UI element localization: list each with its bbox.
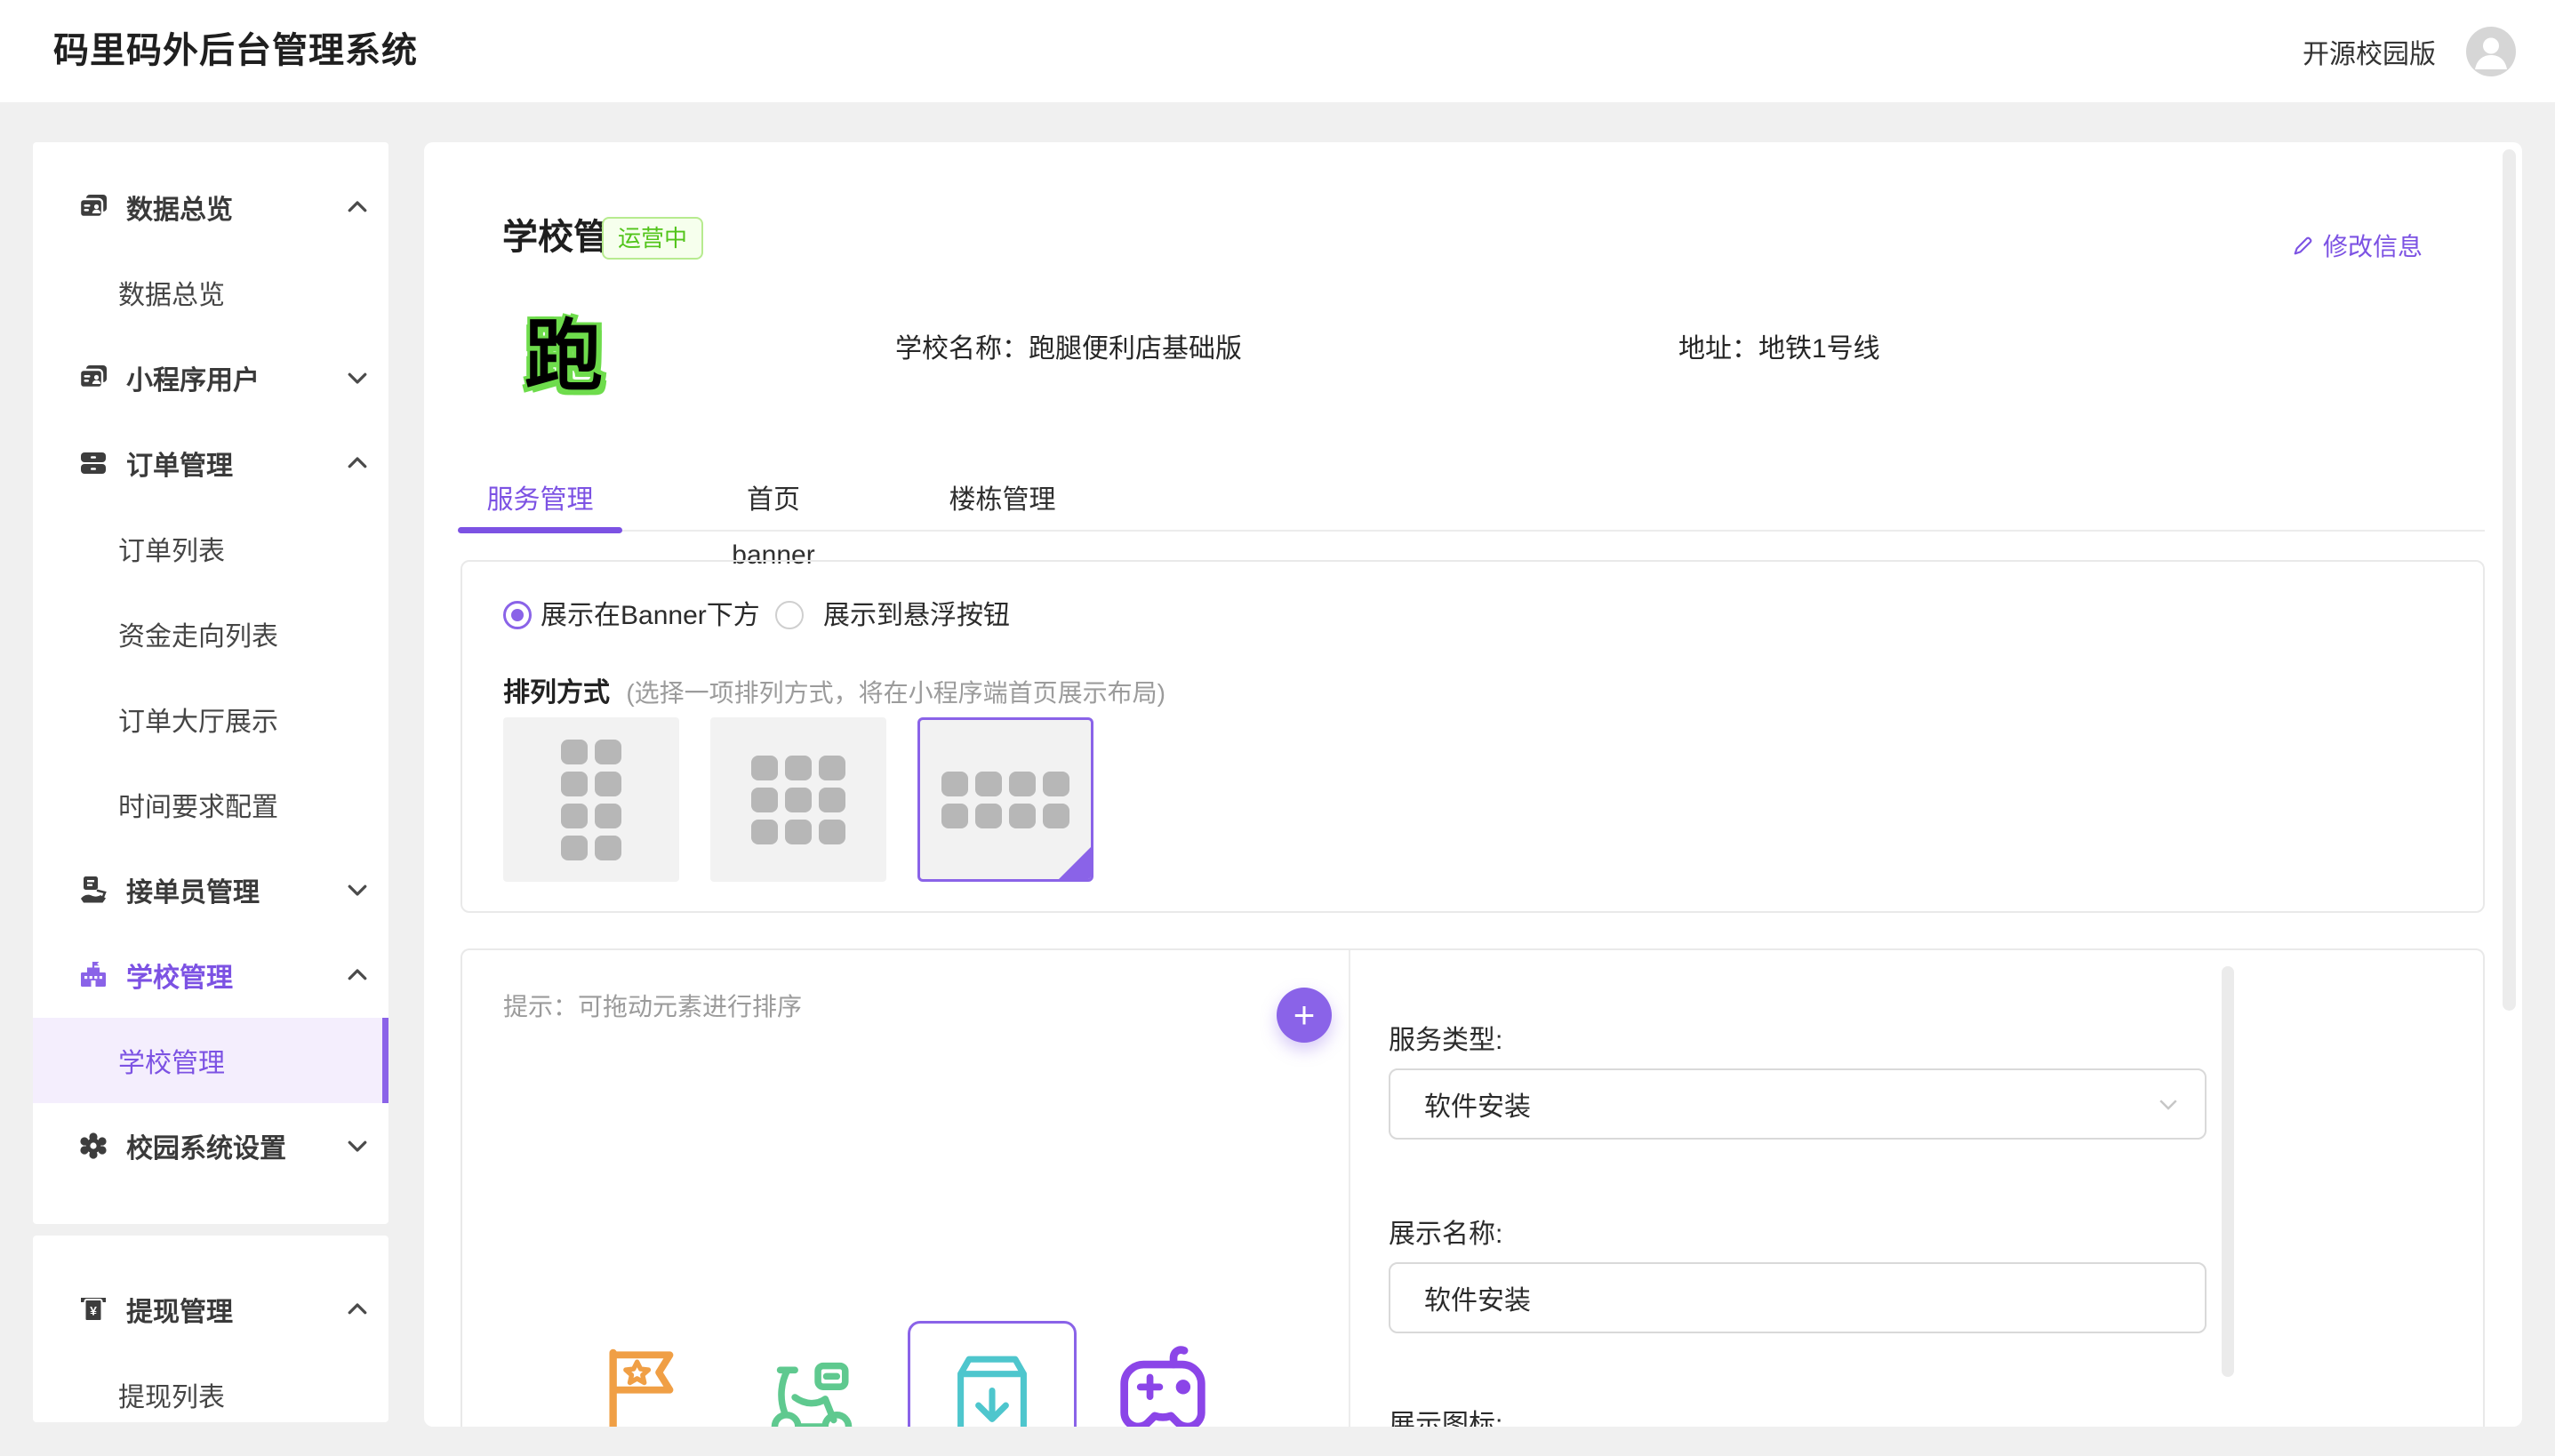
layout-option-grid-3x3[interactable] — [710, 717, 886, 882]
sidebar-item-label: 资金走向列表 — [118, 614, 278, 653]
tabs-separator — [461, 530, 2485, 532]
chevron-down-icon — [344, 1132, 371, 1159]
game-controller-icon[interactable] — [1111, 1343, 1214, 1427]
chevron-down-icon — [344, 364, 371, 391]
radio-floating-button[interactable] — [775, 601, 804, 629]
arrangement-label: 排列方式 — [503, 678, 610, 708]
order-management-icon — [78, 448, 108, 478]
display-name-input[interactable] — [1389, 1262, 2207, 1333]
layout-option-grid-2x4[interactable] — [503, 717, 679, 882]
add-service-button[interactable]: + — [1277, 988, 1332, 1043]
display-name-label: 展示名称: — [1389, 1212, 1502, 1251]
pencil-icon — [2291, 233, 2316, 258]
sidebar-group-label: 校园系统设置 — [126, 1126, 286, 1165]
sidebar-group-label: 学校管理 — [126, 956, 233, 995]
page-scrollbar[interactable] — [2503, 149, 2516, 1011]
sidebar-item-time-requirement-config[interactable]: 时间要求配置 — [33, 762, 388, 847]
arrangement-hint: (选择一项排列方式，将在小程序端首页展示布局) — [626, 679, 1165, 707]
sidebar-item-school-management[interactable]: 学校管理 — [33, 1018, 388, 1103]
sidebar-group-label: 订单管理 — [126, 444, 233, 483]
sidebar-item-label: 学校管理 — [118, 1041, 225, 1080]
chevron-up-icon — [344, 450, 371, 476]
sidebar-group-label: 提现管理 — [126, 1290, 233, 1329]
tab-home-banner[interactable]: 首页banner — [707, 473, 840, 528]
sidebar-item-label: 时间要求配置 — [118, 785, 278, 824]
radio-banner-below-label[interactable]: 展示在Banner下方 — [541, 601, 760, 631]
layout-option-grid-4x2-selected[interactable] — [917, 717, 1093, 882]
courier-management-icon — [78, 875, 108, 905]
edition-label: 开源校园版 — [2303, 32, 2436, 71]
status-badge: 运营中 — [602, 217, 703, 260]
sidebar-item-order-hall-display[interactable]: 订单大厅展示 — [33, 676, 388, 762]
sidebar-group-campus-settings[interactable]: 校园系统设置 — [33, 1103, 388, 1188]
sidebar-withdraw-section: ¥ 提现管理 提现列表 — [33, 1236, 388, 1422]
sidebar-group-miniprogram-users[interactable]: 小程序用户 — [33, 335, 388, 420]
tab-service-management[interactable]: 服务管理 — [458, 473, 622, 528]
display-icon-label: 展示图标: — [1389, 1402, 1502, 1427]
sidebar-group-withdraw-management[interactable]: ¥ 提现管理 — [33, 1267, 388, 1352]
top-header: 码里码外后台管理系统 开源校园版 — [0, 0, 2555, 102]
sidebar-item-label: 数据总览 — [118, 273, 225, 312]
tab-building-management[interactable]: 楼栋管理 — [947, 473, 1058, 528]
withdraw-management-icon: ¥ — [78, 1294, 108, 1324]
selected-service-card[interactable] — [908, 1321, 1077, 1427]
sidebar-group-label: 小程序用户 — [126, 358, 260, 397]
arrangement-row: 排列方式 (选择一项排列方式，将在小程序端首页展示布局) — [503, 670, 1165, 709]
drag-sort-hint: 提示：可拖动元素进行排序 — [503, 988, 802, 1023]
service-sort-panel: 提示：可拖动元素进行排序 + 服务类型: 软件安装 展示名称: 展示图标: — [461, 948, 2485, 1427]
chevron-up-icon — [344, 1296, 371, 1323]
chevron-down-icon — [344, 876, 371, 903]
sidebar-group-school-management[interactable]: 学校管理 — [33, 932, 388, 1018]
service-type-label: 服务类型: — [1389, 1018, 1502, 1057]
sidebar-group-order-management[interactable]: 订单管理 — [33, 420, 388, 506]
sidebar-item-label: 提现列表 — [118, 1375, 225, 1414]
software-install-icon — [948, 1347, 1037, 1427]
app-title: 码里码外后台管理系统 — [53, 0, 418, 102]
sidebar-group-label: 数据总览 — [126, 188, 233, 227]
flag-star-icon[interactable] — [596, 1343, 692, 1427]
form-scrollbar[interactable] — [2222, 966, 2234, 1377]
school-management-icon — [78, 960, 108, 990]
school-address: 地址：地铁1号线 — [1678, 326, 1880, 365]
sidebar-group-courier-management[interactable]: 接单员管理 — [33, 847, 388, 932]
sidebar-group-label: 接单员管理 — [126, 870, 260, 909]
edit-info-link[interactable]: 修改信息 — [2291, 228, 2423, 263]
panel-divider — [1349, 950, 1350, 1427]
user-avatar-icon[interactable] — [2466, 27, 2516, 76]
edit-info-label: 修改信息 — [2323, 228, 2423, 263]
sidebar-item-label: 订单列表 — [118, 529, 225, 568]
plus-icon: + — [1294, 996, 1316, 1034]
service-type-select[interactable]: 软件安装 — [1389, 1068, 2207, 1140]
layout-options — [503, 717, 1093, 882]
sidebar-item-order-list[interactable]: 订单列表 — [33, 506, 388, 591]
sidebar-item-data-overview[interactable]: 数据总览 — [33, 250, 388, 335]
sidebar-group-data-overview[interactable]: 数据总览 — [33, 164, 388, 250]
campus-settings-icon — [78, 1131, 108, 1161]
school-logo: 跑 — [525, 293, 603, 406]
chevron-up-icon — [344, 962, 371, 988]
main-content: 学校管理 运营中 修改信息 跑 学校名称：跑腿便利店基础版 地址：地铁1号线 服… — [424, 142, 2522, 1427]
active-tab-underline — [458, 527, 622, 533]
miniprogram-user-icon — [78, 363, 108, 393]
select-chevron-down-icon — [2155, 1091, 2182, 1117]
service-type-value: 软件安装 — [1424, 1084, 1531, 1124]
delivery-scooter-icon[interactable] — [759, 1348, 864, 1427]
chevron-up-icon — [344, 194, 371, 220]
radio-banner-below[interactable] — [503, 601, 532, 629]
sidebar-item-label: 订单大厅展示 — [118, 700, 278, 739]
school-name: 学校名称：跑腿便利店基础版 — [895, 326, 1242, 365]
sidebar: 数据总览 数据总览 小程序用户 订单管理 订单列表 资金走向列表 订单大厅展示 … — [33, 142, 388, 1224]
sidebar-item-fund-flow-list[interactable]: 资金走向列表 — [33, 591, 388, 676]
radio-floating-button-label[interactable]: 展示到悬浮按钮 — [823, 601, 1010, 631]
display-options-panel: 展示在Banner下方 展示到悬浮按钮 排列方式 (选择一项排列方式，将在小程序… — [461, 560, 2485, 913]
svg-text:¥: ¥ — [90, 1304, 97, 1318]
sidebar-item-withdraw-list[interactable]: 提现列表 — [33, 1352, 388, 1422]
data-overview-icon — [78, 192, 108, 222]
